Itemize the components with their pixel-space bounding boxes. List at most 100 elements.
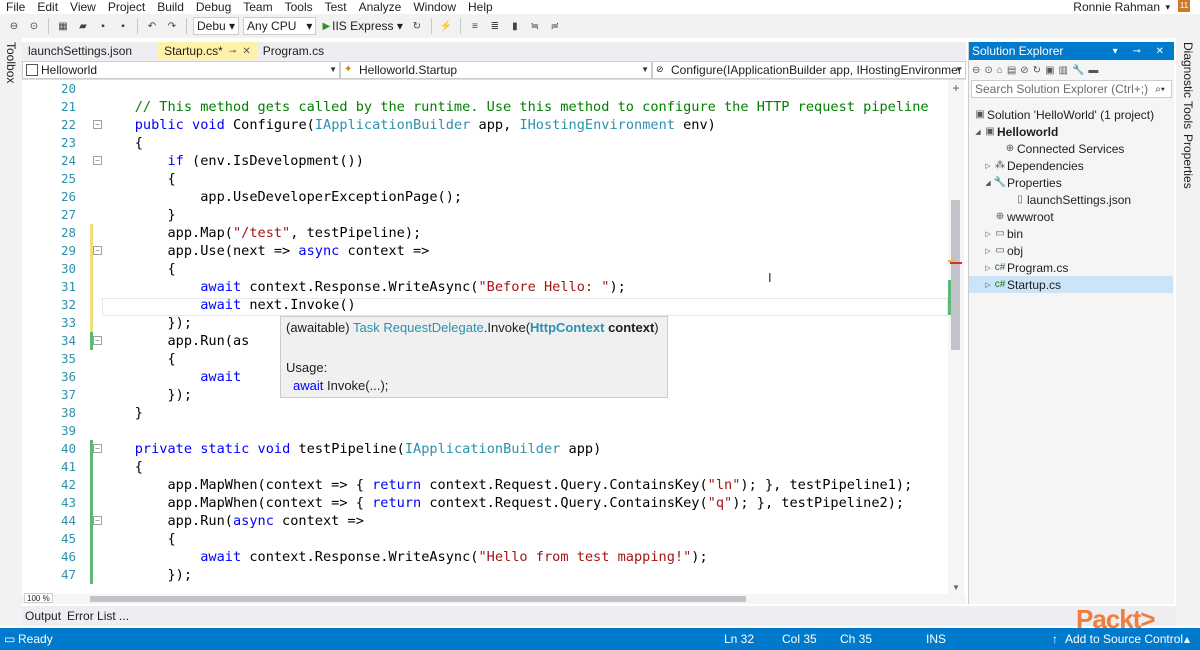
expand-arrow-icon[interactable]: ▷ [983, 264, 993, 272]
collapse-icon[interactable]: − [93, 516, 102, 525]
menu-analyze[interactable]: Analyze [353, 0, 408, 14]
line-number: 45 [60, 531, 76, 546]
menu-window[interactable]: Window [407, 0, 462, 14]
expand-arrow-icon[interactable]: ▷ [983, 247, 993, 255]
project-dropdown[interactable]: Helloworld ▼ [22, 60, 340, 79]
prev-bookmark-icon[interactable]: ≒ [527, 18, 543, 34]
comment-icon[interactable]: ≡ [467, 18, 483, 34]
tree-node-obj[interactable]: ▷ ▭ obj [969, 242, 1173, 259]
toolbox-tab[interactable]: Toolbox [4, 42, 18, 83]
expand-arrow-icon[interactable]: ▷ [983, 162, 993, 170]
chevron-down-icon[interactable]: ▾ [1165, 0, 1170, 14]
menu-debug[interactable]: Debug [190, 0, 237, 14]
tree-node-project[interactable]: ◢ ▣ Helloworld [969, 123, 1173, 140]
solution-explorer-toolbar: ⊖ ⊙ ⌂ ▤ ⊘ ↻ ▣ ▥ 🔧 ▬ [969, 60, 1174, 80]
tab-startup[interactable]: Startup.cs* ⊸ ✕ [158, 42, 257, 60]
tab-output[interactable]: Output [22, 609, 64, 623]
start-debugging-button[interactable]: ▶ IIS Express ▾ [322, 19, 402, 33]
back-icon[interactable]: ⊖ [6, 18, 22, 34]
menu-edit[interactable]: Edit [31, 0, 64, 14]
menu-tools[interactable]: Tools [279, 0, 319, 14]
collapse-arrow-icon[interactable]: ◢ [983, 179, 993, 187]
switch-views-icon[interactable]: ▤ [1007, 65, 1016, 76]
code-line: app.MapWhen(context => { return context.… [102, 495, 905, 511]
collapse-icon[interactable]: − [93, 156, 102, 165]
scrollbar-thumb[interactable] [951, 200, 960, 350]
scrollbar-thumb[interactable] [90, 596, 746, 602]
solution-configuration-select[interactable]: Debu ▾ [193, 17, 240, 35]
collapse-arrow-icon[interactable]: ◢ [973, 128, 983, 136]
collapse-icon[interactable]: − [93, 246, 102, 255]
code-line: { [102, 351, 176, 367]
tree-node-startup-cs[interactable]: ▷ c# Startup.cs [969, 276, 1173, 293]
save-all-icon[interactable]: ▪ [115, 18, 131, 34]
menu-team[interactable]: Team [237, 0, 278, 14]
pending-changes-icon[interactable]: ⊘ [1020, 65, 1028, 76]
tree-node-bin[interactable]: ▷ ▭ bin [969, 225, 1173, 242]
editor-horizontal-scrollbar[interactable]: 100 % [22, 593, 966, 604]
tree-node-program-cs[interactable]: ▷ c# Program.cs [969, 259, 1173, 276]
menu-build[interactable]: Build [151, 0, 190, 14]
type-name: IHostingEnvironment [519, 117, 675, 133]
tab-program[interactable]: Program.cs [257, 42, 330, 60]
collapse-icon[interactable]: − [93, 120, 102, 129]
sync-icon[interactable]: ↻ [1033, 65, 1041, 76]
redo-icon[interactable]: ↷ [164, 18, 180, 34]
tree-node-solution[interactable]: ▣ Solution 'HelloWorld' (1 project) [969, 106, 1173, 123]
member-dropdown[interactable]: ⊘ Configure(IApplicationBuilder app, IHo… [652, 60, 966, 79]
tab-error-list[interactable]: Error List ... [64, 609, 132, 623]
keyword: void [192, 117, 225, 133]
forward-icon[interactable]: ⊙ [984, 65, 992, 76]
collapse-icon[interactable]: − [93, 444, 102, 453]
next-bookmark-icon[interactable]: ≓ [547, 18, 563, 34]
bookmark-icon[interactable]: ▮ [507, 18, 523, 34]
notification-badge[interactable]: 11 [1178, 0, 1190, 12]
user-name[interactable]: Ronnie Rahman [1073, 0, 1160, 14]
show-all-files-icon[interactable]: ▥ [1059, 65, 1068, 76]
tree-node-launchsettings[interactable]: ▯ launchSettings.json [969, 191, 1173, 208]
pin-icon[interactable]: ⊸ [229, 46, 237, 57]
menu-project[interactable]: Project [102, 0, 151, 14]
open-file-icon[interactable]: ▰ [75, 18, 91, 34]
diagnostic-tools-tab[interactable]: Diagnostic Tools [1181, 42, 1195, 129]
undo-icon[interactable]: ↶ [144, 18, 160, 34]
menu-help[interactable]: Help [462, 0, 499, 14]
add-to-source-control-button[interactable]: Add to Source Control [1065, 632, 1183, 646]
tree-node-dependencies[interactable]: ▷ ⁂ Dependencies [969, 157, 1173, 174]
tree-node-wwwroot[interactable]: ⊕ wwwroot [969, 208, 1173, 225]
search-icon[interactable]: ⌕▾ [1155, 84, 1165, 95]
scroll-down-icon[interactable]: ▼ [952, 583, 960, 592]
tree-node-label: bin [1007, 226, 1024, 241]
menu-view[interactable]: View [64, 0, 102, 14]
editor-vertical-scrollbar[interactable]: + ▼ [948, 80, 964, 594]
split-window-icon[interactable]: + [950, 82, 962, 94]
tab-launchsettings[interactable]: launchSettings.json [22, 42, 138, 60]
new-project-icon[interactable]: ▦ [55, 18, 71, 34]
preview-icon[interactable]: ▬ [1088, 65, 1098, 76]
keyword: await [200, 297, 242, 313]
home-icon[interactable]: ⌂ [997, 65, 1003, 76]
menu-file[interactable]: File [0, 0, 31, 14]
collapse-all-icon[interactable]: ▣ [1045, 65, 1054, 76]
expand-arrow-icon[interactable]: ▷ [983, 230, 993, 238]
forward-icon[interactable]: ⊙ [26, 18, 42, 34]
refresh-icon[interactable]: ↻ [409, 18, 425, 34]
chevron-up-icon[interactable]: ▴ [1184, 632, 1190, 646]
class-dropdown[interactable]: ✦ Helloworld.Startup ▼ [340, 60, 652, 79]
properties-icon[interactable]: 🔧 [1072, 65, 1084, 76]
expand-arrow-icon[interactable]: ▷ [983, 281, 993, 289]
properties-tab[interactable]: Properties [1181, 134, 1195, 189]
zoom-level[interactable]: 100 % [24, 593, 53, 603]
tree-node-connected-services[interactable]: ⊕ Connected Services [969, 140, 1173, 157]
menu-test[interactable]: Test [319, 0, 353, 14]
browser-link-icon[interactable]: ⚡ [438, 18, 454, 34]
uncomment-icon[interactable]: ≣ [487, 18, 503, 34]
solution-platform-select[interactable]: Any CPU ▾ [243, 17, 317, 35]
collapse-icon[interactable]: − [93, 336, 102, 345]
panel-controls[interactable]: ▾ ⊸ ✕ [1113, 46, 1170, 57]
close-icon[interactable]: ✕ [242, 46, 250, 57]
back-icon[interactable]: ⊖ [972, 65, 980, 76]
save-icon[interactable]: ▪ [95, 18, 111, 34]
solution-explorer-search-input[interactable]: Search Solution Explorer (Ctrl+;) ⌕▾ [971, 80, 1172, 98]
tree-node-properties[interactable]: ◢ 🔧 Properties [969, 174, 1173, 191]
